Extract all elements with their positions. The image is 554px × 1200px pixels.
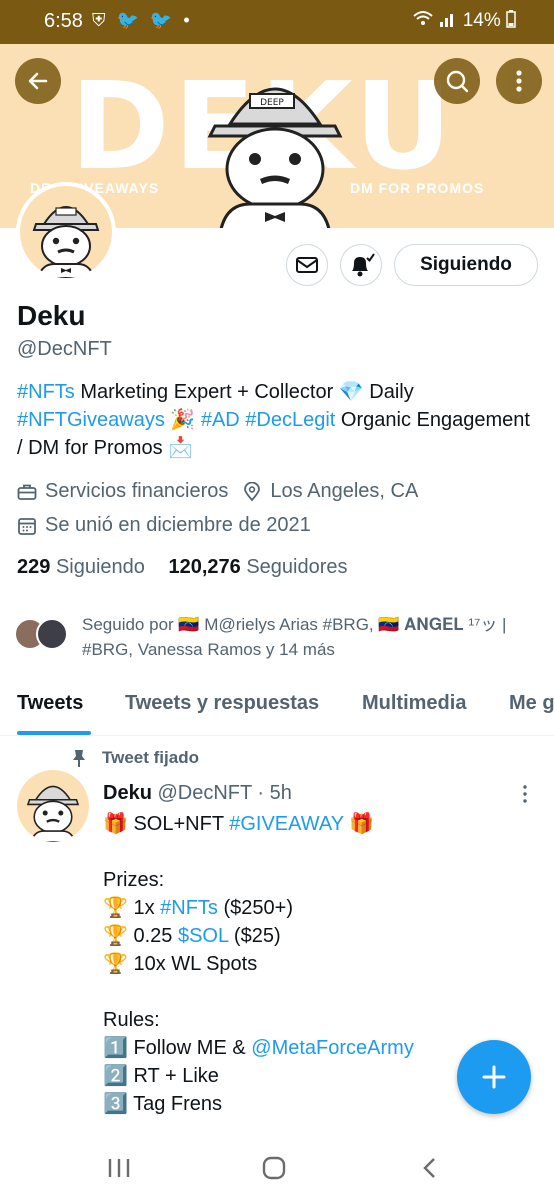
more-vertical-icon <box>523 785 527 803</box>
message-button[interactable] <box>286 244 328 286</box>
mail-icon <box>296 257 318 273</box>
profile-joined: Se unió en diciembre de 2021 <box>45 514 311 536</box>
search-button[interactable] <box>434 58 480 104</box>
profile-avatar[interactable] <box>16 182 116 282</box>
wifi-icon <box>413 11 433 25</box>
banner-character-illustration: DEEP <box>207 87 343 228</box>
hashtag-link[interactable]: #NFTs <box>17 381 75 403</box>
more-options-button[interactable] <box>496 58 542 104</box>
hashtag-link[interactable]: #NFTs <box>160 897 218 919</box>
following-count: 229 <box>17 556 51 578</box>
cap-label: DEEP <box>260 98 284 108</box>
following-button[interactable]: Siguiendo <box>394 244 538 286</box>
location-pin-icon <box>244 481 261 501</box>
profile-joined-row: Se unió en diciembre de 2021 <box>17 514 311 537</box>
follower-avatar <box>36 618 68 650</box>
avatar-character-icon <box>26 785 80 842</box>
pinned-label: Tweet fijado <box>70 748 199 768</box>
hashtag-link[interactable]: #NFTGiveaways <box>17 409 165 431</box>
calendar-icon <box>18 517 36 535</box>
profile-name: Deku <box>17 300 86 331</box>
following-label: Siguiendo <box>55 556 145 578</box>
profile-location: Los Angeles, CA <box>270 480 419 502</box>
arrow-left-icon <box>28 72 48 90</box>
profile-handle: @DecNFT <box>17 338 112 360</box>
status-time: 6:58 <box>44 10 83 32</box>
avatar-character-icon <box>32 206 100 278</box>
bio-text: Marketing Expert + Collector 💎 Daily <box>74 381 414 403</box>
tab-tweets-replies[interactable]: Tweets y respuestas <box>125 692 319 715</box>
tweet-line: 🏆 0.25 $SOL ($25) <box>103 925 281 947</box>
followed-by-text: Seguido por 🇻🇪 M@rielys Arias #BRG, 🇻🇪 𝐀… <box>82 615 507 659</box>
back-icon[interactable] <box>420 1156 440 1180</box>
battery-percent: 14% <box>462 10 501 31</box>
tweet-line: 🏆 1x #NFTs ($250+) <box>103 897 293 919</box>
status-bar: 6:58 ⛨ 🐦 🐦 • 14% <box>0 0 554 44</box>
banner-right-text: DM FOR PROMOS <box>350 180 485 196</box>
tweet-author-avatar[interactable] <box>17 770 89 842</box>
profile-tabs: Tweets Tweets y respuestas Multimedia Me… <box>0 680 554 736</box>
tweet-line: 🎁 SOL+NFT #GIVEAWAY 🎁 <box>103 813 375 835</box>
bio-text: 🎉 <box>164 409 201 431</box>
followers-stat[interactable]: 120,276 Seguidores <box>168 556 347 578</box>
tab-tweets[interactable]: Tweets <box>17 692 83 715</box>
tweet-author-name[interactable]: Deku <box>103 782 152 804</box>
pin-icon <box>73 750 85 767</box>
home-icon[interactable] <box>262 1156 286 1180</box>
followed-by-section[interactable]: Seguido por 🇻🇪 M@rielys Arias #BRG, 🇻🇪 𝐀… <box>14 612 544 664</box>
tweet-header: Deku @DecNFT · 5h <box>103 782 292 805</box>
search-icon <box>446 70 469 93</box>
battery-icon <box>506 10 516 28</box>
following-stat[interactable]: 229 Siguiendo <box>17 556 145 578</box>
pinned-text: Tweet fijado <box>102 748 199 767</box>
tweet-line: Rules: <box>103 1009 160 1031</box>
profile-bio: #NFTs Marketing Expert + Collector 💎 Dai… <box>17 378 537 462</box>
plus-icon <box>482 1065 506 1089</box>
active-tab-indicator <box>17 731 91 735</box>
followers-count: 120,276 <box>168 556 241 578</box>
tweet-handle-time: @DecNFT · 5h <box>157 782 292 804</box>
system-nav-bar <box>0 1138 554 1200</box>
tab-likes[interactable]: Me gusta <box>509 692 554 715</box>
more-vertical-icon <box>516 70 522 92</box>
tweet-line: Prizes: <box>103 869 165 891</box>
hashtag-link[interactable]: #DecLegit <box>245 409 335 431</box>
recent-apps-icon[interactable] <box>106 1156 132 1180</box>
briefcase-icon <box>17 484 37 500</box>
profile-stats: 229 Siguiendo 120,276 Seguidores <box>17 556 348 579</box>
hashtag-link[interactable]: #GIVEAWAY <box>229 813 343 835</box>
notifications-button[interactable] <box>340 244 382 286</box>
tab-media[interactable]: Multimedia <box>362 692 466 715</box>
status-right: 14% <box>412 10 516 32</box>
profile-category: Servicios financieros <box>45 480 229 502</box>
bell-check-icon <box>352 253 375 277</box>
cashtag-link[interactable]: $SOL <box>178 925 228 947</box>
followers-label: Seguidores <box>246 556 348 578</box>
notification-icons: ⛨ 🐦 🐦 • <box>92 10 193 30</box>
profile-meta-row: Servicios financieros Los Angeles, CA <box>17 480 418 503</box>
compose-tweet-button[interactable] <box>457 1040 531 1114</box>
back-button[interactable] <box>15 58 61 104</box>
signal-icon <box>440 14 454 27</box>
mention-link[interactable]: @MetaForceArmy <box>251 1037 414 1059</box>
hashtag-link[interactable]: #AD <box>201 409 240 431</box>
tweet-more-button[interactable] <box>522 784 528 804</box>
tweet-line: 🏆 10x WL Spots <box>103 953 258 975</box>
